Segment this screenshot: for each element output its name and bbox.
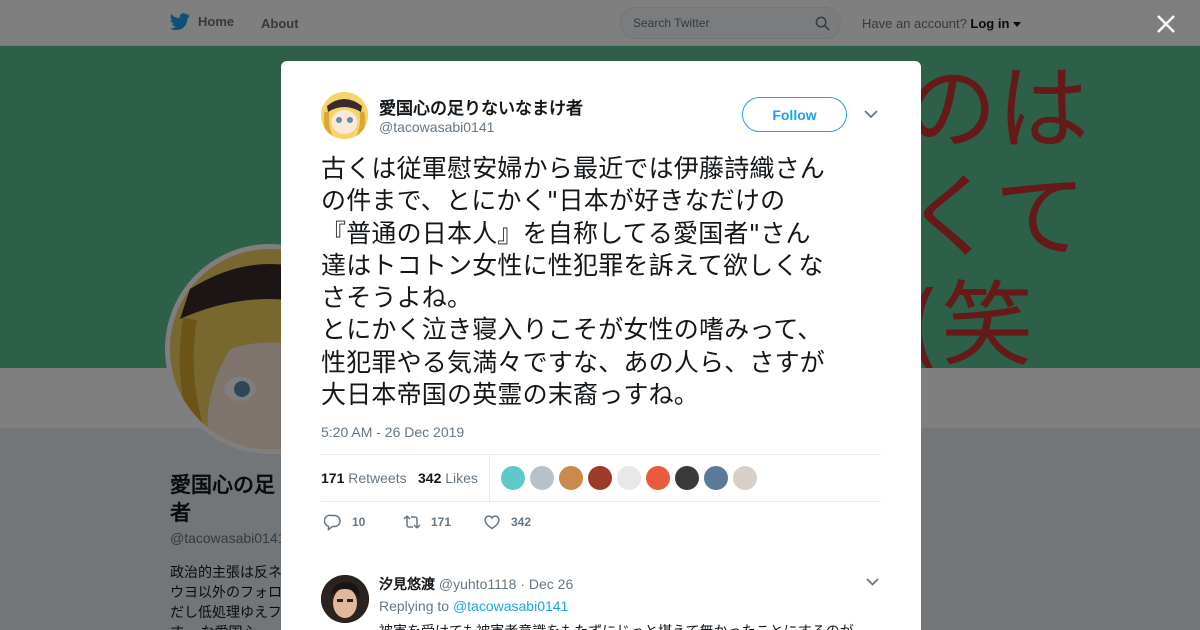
liker-avatar[interactable]: [704, 466, 728, 490]
retweet-count: 171: [431, 515, 452, 529]
liker-avatar[interactable]: [646, 466, 670, 490]
liker-avatar[interactable]: [588, 466, 612, 490]
retweets-stat[interactable]: 171 Retweets: [321, 470, 407, 486]
retweets-count: 171: [321, 470, 345, 486]
liker-avatar[interactable]: [675, 466, 699, 490]
author-avatar-illustration: [321, 92, 368, 139]
reply-date[interactable]: Dec 26: [529, 576, 573, 592]
tweet-stats: 171 Retweets 342 Likes: [321, 454, 881, 502]
reply-author-handle[interactable]: @yuhto1118: [439, 576, 517, 592]
liker-avatar[interactable]: [559, 466, 583, 490]
reply-avatar-photo: [321, 575, 369, 623]
reply-chevron-down-icon[interactable]: [866, 577, 879, 586]
heart-icon: [484, 515, 500, 530]
reply-separator: [281, 553, 921, 563]
stats-divider: [489, 455, 490, 501]
tweet-timestamp[interactable]: 5:20 AM - 26 Dec 2019: [321, 424, 464, 440]
reply-author-avatar[interactable]: [321, 575, 369, 623]
replying-to-link[interactable]: @tacowasabi0141: [453, 598, 568, 614]
likes-stat[interactable]: 342 Likes: [418, 470, 478, 486]
liker-avatar[interactable]: [501, 466, 525, 490]
liker-avatars: [501, 466, 757, 490]
reply-count: 10: [352, 515, 366, 529]
tweet-modal: 愛国心の足りないなまけ者 @tacowasabi0141 Follow 古くは従…: [281, 61, 921, 630]
likes-count: 342: [418, 470, 442, 486]
liker-avatar[interactable]: [617, 466, 641, 490]
replying-to-prefix: Replying to: [379, 598, 450, 614]
follow-button[interactable]: Follow: [742, 97, 847, 132]
author-avatar[interactable]: [321, 92, 368, 139]
like-button[interactable]: 342: [483, 513, 531, 531]
likes-label: Likes: [445, 470, 478, 486]
close-icon[interactable]: [1152, 10, 1180, 38]
chevron-down-icon[interactable]: [864, 109, 878, 119]
reply-separator-dot: ·: [520, 576, 525, 592]
reply-icon: [324, 514, 341, 531]
reply-text: 被害を受けても被害者意識をもたずにじっと堪えて無かったことにするのが: [379, 622, 879, 630]
reply-author-name[interactable]: 汐見悠渡: [379, 576, 435, 592]
retweets-label: Retweets: [348, 470, 407, 486]
reply-button[interactable]: 10: [324, 513, 365, 531]
author-name[interactable]: 愛国心の足りないなまけ者: [379, 94, 583, 119]
retweet-button[interactable]: 171: [403, 513, 451, 531]
author-handle[interactable]: @tacowasabi0141: [379, 119, 494, 135]
reply-header: 汐見悠渡 @yuhto1118 · Dec 26: [379, 574, 573, 594]
liker-avatar[interactable]: [530, 466, 554, 490]
liker-avatar[interactable]: [733, 466, 757, 490]
like-count: 342: [511, 515, 532, 529]
replying-to: Replying to @tacowasabi0141: [379, 598, 568, 614]
retweet-icon: [403, 515, 421, 529]
tweet-text: 古くは従軍慰安婦から最近では伊藤詩織さん の件まで、とにかく"日本が好きなだけの…: [321, 154, 826, 410]
